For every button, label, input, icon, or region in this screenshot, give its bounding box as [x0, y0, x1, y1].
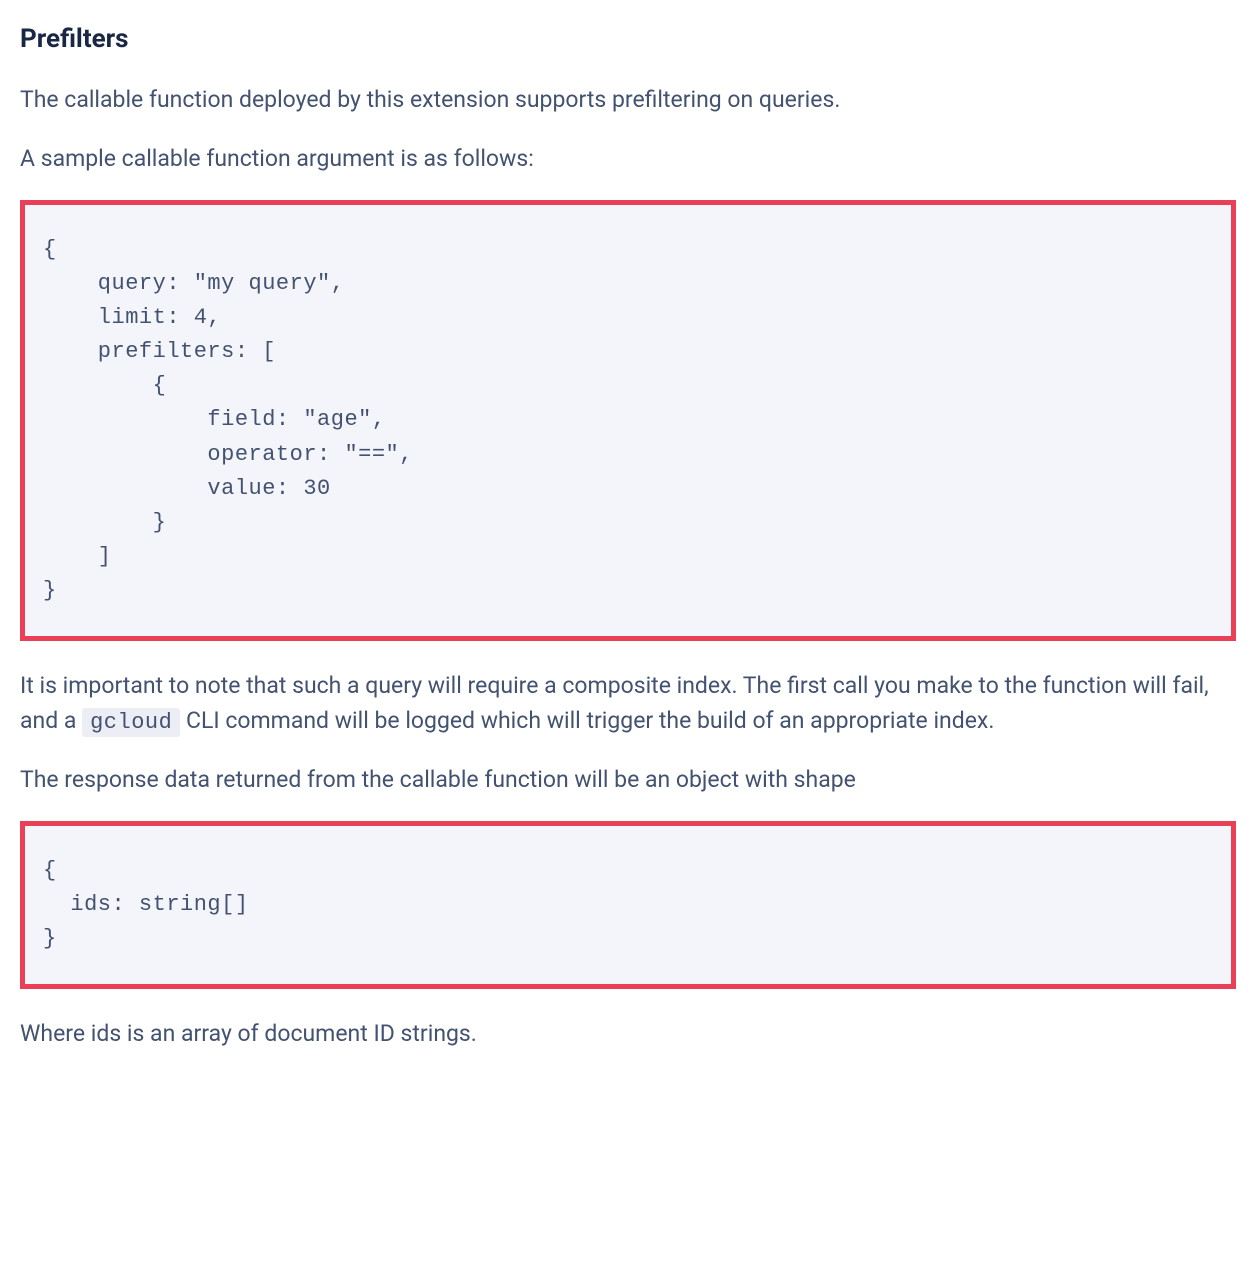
intro-paragraph: The callable function deployed by this e… — [20, 83, 1236, 118]
sample-intro-paragraph: A sample callable function argument is a… — [20, 142, 1236, 177]
code-block-response-shape: { ids: string[] } — [20, 821, 1236, 989]
composite-index-text-after: CLI command will be logged which will tr… — [180, 707, 994, 734]
response-intro-paragraph: The response data returned from the call… — [20, 763, 1236, 798]
section-heading: Prefilters — [20, 20, 1236, 59]
composite-index-paragraph: It is important to note that such a quer… — [20, 669, 1236, 739]
ids-description-paragraph: Where ids is an array of document ID str… — [20, 1017, 1236, 1052]
code-block-sample-argument: { query: "my query", limit: 4, prefilter… — [20, 200, 1236, 641]
inline-code-gcloud: gcloud — [82, 708, 180, 737]
